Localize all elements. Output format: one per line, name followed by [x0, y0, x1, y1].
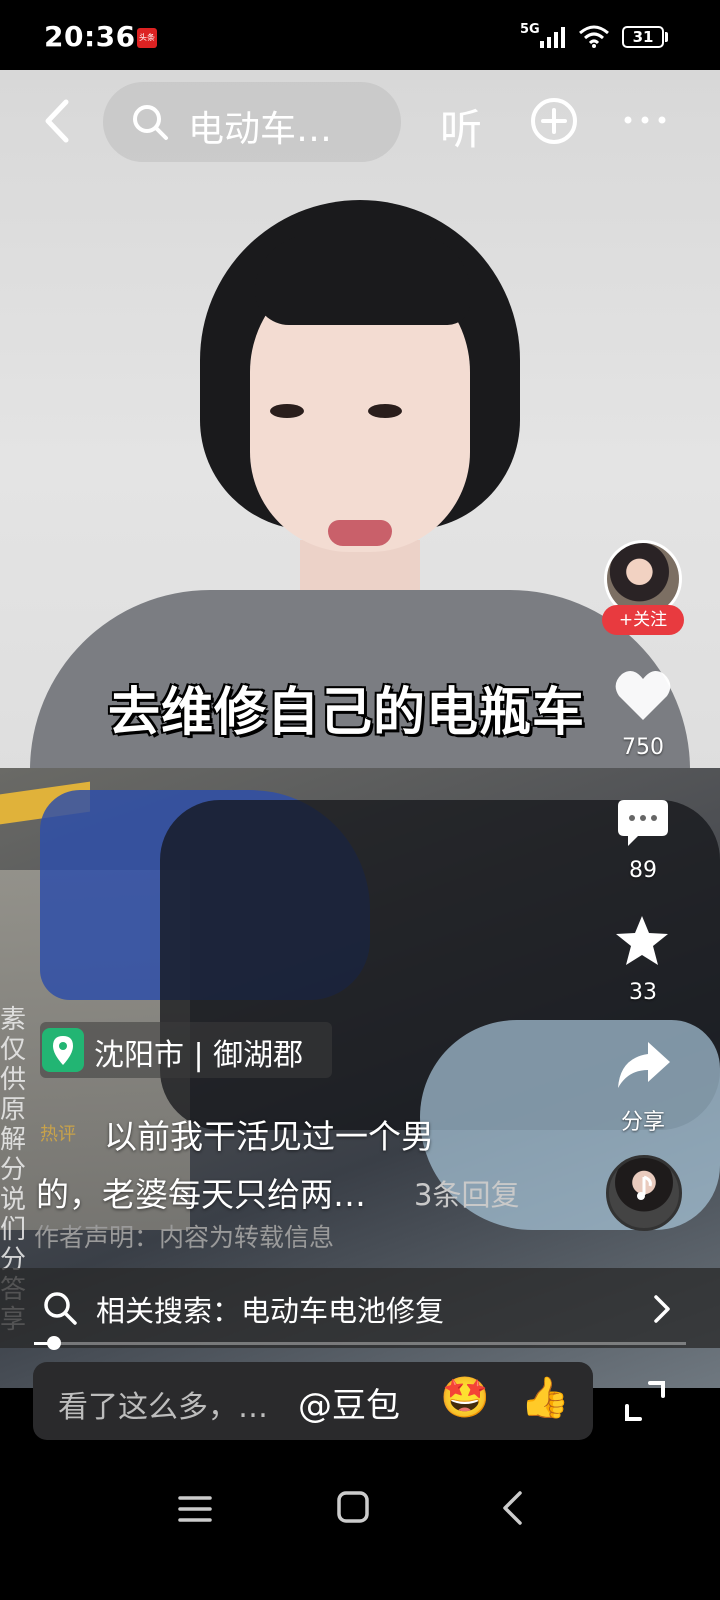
- home-icon[interactable]: [336, 1490, 370, 1524]
- app-notification-icon: 头条: [137, 28, 157, 48]
- video-person-eye: [368, 404, 402, 418]
- comment-count: 89: [629, 858, 657, 883]
- location-pin-icon: [42, 1028, 84, 1072]
- add-icon[interactable]: [530, 97, 578, 145]
- network-type: 5G: [520, 22, 540, 37]
- author-disclaimer: 作者声明：内容为转载信息: [34, 1223, 335, 1252]
- like-icon[interactable]: [614, 668, 672, 722]
- hot-comment-tag: 热评: [40, 1124, 76, 1145]
- video-progress-handle[interactable]: [46, 1336, 61, 1350]
- battery-indicator: 31: [622, 26, 664, 48]
- comment-icon[interactable]: [616, 798, 670, 848]
- video-person-bangs: [255, 235, 470, 325]
- thumbs-up-emoji-button[interactable]: 👍: [520, 1374, 570, 1421]
- signal-icon: [540, 27, 565, 48]
- location-text[interactable]: 沈阳市 | 御湖郡: [94, 1030, 303, 1074]
- related-search-text[interactable]: 相关搜索：电动车电池修复: [96, 1288, 444, 1330]
- system-back-icon[interactable]: [500, 1490, 524, 1526]
- wifi-icon: [579, 25, 609, 48]
- battery-tip: [665, 32, 668, 42]
- share-label[interactable]: 分享: [613, 1104, 673, 1136]
- search-icon: [44, 1292, 77, 1325]
- search-query[interactable]: 电动车…: [188, 100, 332, 152]
- comment-replies-link[interactable]: 3条回复: [414, 1172, 519, 1214]
- chevron-right-icon[interactable]: [650, 1294, 674, 1324]
- search-icon: [133, 105, 168, 140]
- video-caption: 去维修自己的电瓶车: [107, 682, 586, 744]
- video-person-lips: [328, 520, 392, 546]
- video-progress-track[interactable]: [34, 1342, 686, 1345]
- hot-comment-line2[interactable]: 的，老婆每天只给两…: [36, 1168, 366, 1216]
- like-count: 750: [622, 735, 664, 760]
- status-time: 20:36: [44, 20, 136, 53]
- hot-comment-line1[interactable]: 以前我干活见过一个男: [104, 1110, 434, 1158]
- comment-input-placeholder[interactable]: 看了这么多，…: [58, 1382, 268, 1426]
- favorite-count: 33: [629, 980, 657, 1005]
- follow-button[interactable]: +关注: [602, 605, 684, 635]
- share-icon[interactable]: [614, 1040, 672, 1092]
- more-icon[interactable]: [622, 108, 668, 132]
- mention-doubao-button[interactable]: @豆包: [298, 1378, 400, 1427]
- back-icon[interactable]: [36, 98, 82, 144]
- music-note-icon: [637, 1175, 652, 1200]
- recent-apps-icon[interactable]: [178, 1494, 212, 1524]
- listen-button[interactable]: 听: [440, 96, 482, 157]
- favorite-star-icon[interactable]: [614, 914, 670, 968]
- star-eyes-emoji-button[interactable]: 🤩: [440, 1374, 490, 1421]
- video-person-eye: [270, 404, 304, 418]
- fullscreen-icon[interactable]: [624, 1380, 666, 1422]
